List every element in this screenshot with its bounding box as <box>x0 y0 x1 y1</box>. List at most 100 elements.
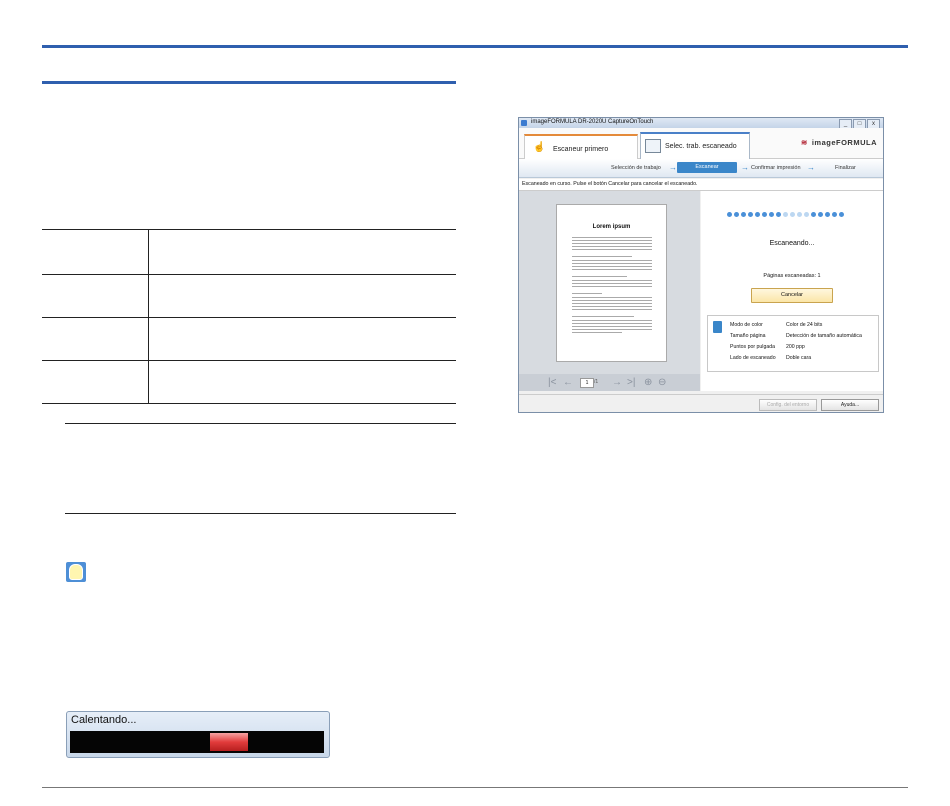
text-line <box>572 316 634 317</box>
step-bar: Selección de trabajo → Escanear → Confir… <box>519 159 883 178</box>
note-top-rule <box>65 423 456 424</box>
brand-logo: ≋ imageFORMULA <box>801 138 877 147</box>
note-bottom-rule <box>65 513 456 514</box>
table-cell <box>149 230 456 274</box>
setting-label: Puntos por pulgada <box>730 344 775 350</box>
page-number-input[interactable]: 1 <box>580 378 594 388</box>
environment-settings-button[interactable]: Config. del entorno <box>759 399 817 411</box>
text-line <box>572 237 652 238</box>
text-line <box>572 297 652 298</box>
step-arrow-icon: → <box>807 163 815 172</box>
header-rule <box>42 45 908 48</box>
text-line <box>572 246 652 247</box>
pages-scanned: Páginas escaneadas: 1 <box>763 273 821 279</box>
step-seleccion: Selección de trabajo <box>611 165 661 171</box>
table-row <box>42 361 456 403</box>
step-confirmar: Confirmar impresión <box>751 165 801 171</box>
last-page-icon[interactable]: >| <box>627 377 635 388</box>
table-cell <box>42 361 149 403</box>
progress-dot <box>825 212 830 217</box>
progress-dot <box>755 212 760 217</box>
page-thumbnail[interactable]: Lorem ipsum <box>556 204 667 362</box>
warming-label: Calentando... <box>71 714 137 726</box>
help-button[interactable]: Ayuda... <box>821 399 879 411</box>
text-line <box>572 306 652 307</box>
text-line <box>572 263 652 264</box>
table-cell <box>149 361 456 403</box>
text-line <box>572 329 652 330</box>
warming-dialog: Calentando... <box>66 711 330 758</box>
progress-dot <box>748 212 753 217</box>
scanning-text: Escaneando... <box>769 240 815 247</box>
text-line <box>572 286 652 287</box>
table-cell <box>42 318 149 360</box>
progress-dot <box>811 212 816 217</box>
step-arrow-icon: → <box>741 163 749 172</box>
footer-rule <box>42 787 908 788</box>
setting-value: Doble cara <box>786 355 812 361</box>
text-line <box>572 240 652 241</box>
zoom-out-icon[interactable]: ⊖ <box>658 377 666 388</box>
text-line <box>572 300 652 301</box>
tab-label: Escaneur primero <box>553 146 609 153</box>
setting-label: Lado de escaneado <box>730 355 776 361</box>
setting-label: Modo de color <box>730 322 763 328</box>
tab-label: Selec. trab. escaneado <box>665 143 737 150</box>
text-line <box>572 332 622 333</box>
text-line <box>572 256 632 257</box>
progress-dot <box>783 212 788 217</box>
setting-value: 200 ppp <box>786 344 805 350</box>
text-line <box>572 320 652 321</box>
lightbulb-icon <box>66 562 86 582</box>
progress-dot <box>769 212 774 217</box>
page-heading: Lorem ipsum <box>592 224 631 230</box>
first-page-icon[interactable]: |< <box>548 377 556 388</box>
progress-dot <box>839 212 844 217</box>
text-line <box>572 276 627 277</box>
preview-pane: Lorem ipsum |< ← 1 /1 → >| ⊕ ⊖ <box>519 191 700 391</box>
text-line <box>572 280 652 281</box>
status-message: Escaneado en curso. Pulse el botón Cance… <box>522 181 698 187</box>
hand-icon: ☝ <box>533 142 546 153</box>
table-cell <box>149 318 456 360</box>
text-line <box>572 269 652 270</box>
window-title: imageFORMULA DR-2020U CaptureOnTouch <box>531 119 654 125</box>
canon-mark-icon: ≋ <box>801 138 808 147</box>
text-line <box>572 309 652 310</box>
progress-dot <box>741 212 746 217</box>
table-cell <box>149 275 456 317</box>
text-line <box>572 326 652 327</box>
window-footer: Config. del entorno Ayuda... <box>519 394 883 412</box>
title-bar: imageFORMULA DR-2020U CaptureOnTouch _ □… <box>519 118 883 129</box>
warming-progress-bar <box>70 731 324 753</box>
table-row <box>42 275 456 318</box>
progress-dot <box>797 212 802 217</box>
progress-dot <box>727 212 732 217</box>
info-table <box>42 229 456 404</box>
step-finalizar: Finalizar <box>835 165 856 171</box>
page-navigation: |< ← 1 /1 → >| ⊕ ⊖ <box>519 374 700 391</box>
scanner-settings-icon <box>713 321 722 333</box>
table-cell <box>42 275 149 317</box>
app-icon <box>521 120 527 126</box>
zoom-in-icon[interactable]: ⊕ <box>644 377 652 388</box>
cancel-button[interactable]: Cancelar <box>751 288 833 303</box>
tab-escaneur-primero[interactable]: ☝ Escaneur primero <box>524 134 638 161</box>
section-rule <box>42 81 456 84</box>
step-escanear: Escanear <box>677 162 737 173</box>
prev-page-icon[interactable]: ← <box>563 377 573 388</box>
progress-dot <box>790 212 795 217</box>
next-page-icon[interactable]: → <box>612 377 622 388</box>
job-list-icon <box>645 139 661 153</box>
tab-selec-trab-escaneado[interactable]: Selec. trab. escaneado <box>640 132 750 160</box>
table-row <box>42 318 456 361</box>
progress-dot <box>818 212 823 217</box>
text-line <box>572 266 652 267</box>
progress-dot <box>776 212 781 217</box>
progress-dot <box>762 212 767 217</box>
status-strip: Escaneado en curso. Pulse el botón Cance… <box>519 179 883 191</box>
text-line <box>572 260 652 261</box>
text-line <box>572 303 652 304</box>
setting-value: Detección de tamaño automática <box>786 333 862 339</box>
text-line <box>572 283 652 284</box>
